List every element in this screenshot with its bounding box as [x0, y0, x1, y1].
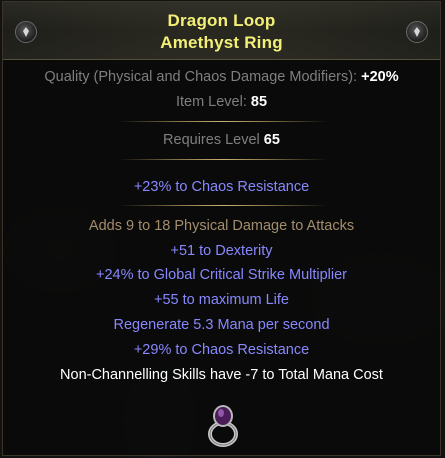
- item-level-property: Item Level: 85: [3, 94, 440, 110]
- separator: [118, 159, 328, 160]
- explicit-mod: Adds 9 to 18 Physical Damage to Attacks: [88, 218, 355, 234]
- amethyst-ring-icon: [208, 405, 238, 447]
- item-level-value: 85: [250, 94, 268, 110]
- item-header: Dragon Loop Amethyst Ring: [3, 2, 440, 60]
- item-name: Dragon Loop: [167, 11, 276, 30]
- explicit-mod: +29% to Chaos Resistance: [133, 342, 310, 358]
- quality-label: Quality (Physical and Chaos Damage Modif…: [44, 69, 362, 85]
- separator: [118, 121, 328, 122]
- explicit-mod: +55 to maximum Life: [154, 292, 289, 308]
- requirements: Requires Level 65: [3, 132, 440, 148]
- explicit-mod: Regenerate 5.3 Mana per second: [113, 317, 330, 333]
- quality-value: +20%: [361, 69, 399, 85]
- crafted-mod: Non-Channelling Skills have -7 to Total …: [60, 367, 383, 383]
- item-level-label: Item Level:: [175, 94, 251, 110]
- implicit-mod: +23% to Chaos Resistance: [133, 179, 310, 195]
- item-tooltip: Dragon Loop Amethyst Ring Quality (Physi…: [2, 1, 441, 456]
- separator: [118, 205, 328, 206]
- requires-value: 65: [263, 132, 280, 148]
- quality-property: Quality (Physical and Chaos Damage Modif…: [3, 69, 440, 85]
- explicit-mod: +51 to Dexterity: [170, 243, 273, 259]
- item-base-type: Amethyst Ring: [160, 33, 283, 52]
- requires-label: Requires Level: [163, 132, 264, 148]
- explicit-mod: +24% to Global Critical Strike Multiplie…: [95, 267, 348, 283]
